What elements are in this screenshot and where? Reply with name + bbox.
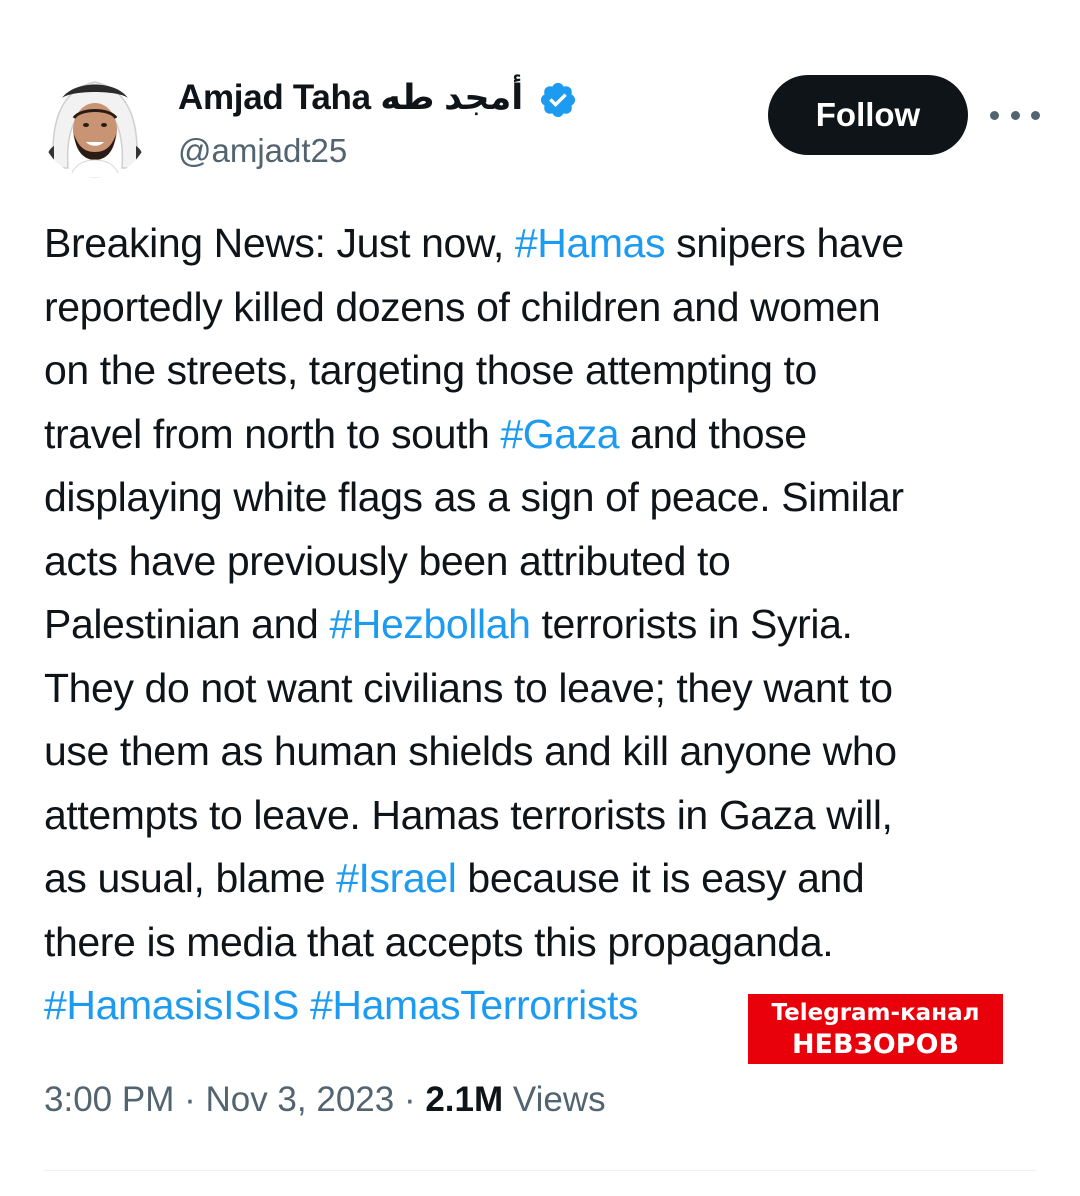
- hashtag-link[interactable]: #HamasisISIS: [44, 982, 299, 1028]
- follow-button[interactable]: Follow: [768, 75, 968, 155]
- tweet-date[interactable]: Nov 3, 2023: [205, 1080, 394, 1119]
- tweet-text-segment: travel from north to south: [44, 410, 501, 457]
- tweet-text-segment: on the streets, targeting those attempti…: [44, 347, 817, 393]
- hashtag-link[interactable]: #HamasTerrorrists: [310, 982, 638, 1028]
- avatar[interactable]: [40, 68, 150, 178]
- tweet-text-segment: because it is easy and: [456, 855, 865, 901]
- dot: [1031, 110, 1040, 120]
- tweet-text-line: there is media that accepts this propaga…: [44, 911, 1044, 975]
- verified-badge-icon: [540, 82, 576, 118]
- tweet-text-segment: as usual, blame: [44, 855, 337, 901]
- views-count: 2.1M: [425, 1080, 504, 1119]
- hashtag-link[interactable]: #Hezbollah: [329, 601, 531, 647]
- tweet-text-line: displaying white flags as a sign of peac…: [44, 466, 1044, 530]
- telegram-watermark: Telegram-канал НЕВЗОРОВ: [748, 994, 1003, 1064]
- dot: [1010, 110, 1020, 120]
- tweet-text-line: travel from north to south #Gaza and tho…: [44, 403, 1044, 467]
- tweet-text-line: Breaking News: Just now, #Hamas snipers …: [44, 212, 1044, 276]
- tweet-text-segment: acts have previously been attributed to: [44, 537, 731, 584]
- tweet-text-segment: They do not want civilians to leave; the…: [44, 664, 893, 711]
- tweet-text-segment: displaying white flags as a sign of peac…: [44, 474, 904, 520]
- tweet-text: Breaking News: Just now, #Hamas snipers …: [44, 212, 1044, 1038]
- views-label: Views: [503, 1080, 606, 1119]
- tweet-text-line: as usual, blame #Israel because it is ea…: [44, 847, 1044, 911]
- author-handle[interactable]: @amjadt25: [178, 132, 347, 170]
- tweet-text-line: use them as human shields and kill anyon…: [44, 720, 1044, 784]
- tweet-text-segment: [299, 982, 310, 1028]
- separator-dot: ·: [174, 1080, 206, 1119]
- hashtag-link[interactable]: #Gaza: [500, 411, 619, 457]
- dot: [990, 110, 999, 120]
- avatar-photo: [40, 68, 150, 178]
- tweet-text-segment: Breaking News: Just now,: [44, 220, 515, 266]
- tweet-text-segment: terrorists in Syria.: [530, 601, 853, 647]
- tweet-text-segment: attempts to leave. Hamas terrorists in G…: [44, 791, 893, 838]
- divider: [44, 1170, 1036, 1171]
- tweet-text-segment: and those: [619, 410, 807, 457]
- hashtag-link[interactable]: #Hamas: [515, 220, 666, 266]
- hashtag-link[interactable]: #Israel: [336, 855, 457, 901]
- tweet-meta: 3:00 PM · Nov 3, 2023 · 2.1M Views: [44, 1080, 606, 1120]
- tweet-text-segment: use them as human shields and kill anyon…: [44, 728, 897, 774]
- tweet-text-line: on the streets, targeting those attempti…: [44, 339, 1044, 403]
- tweet-card: Amjad Taha أمجد طه @amjadt25 Follow Brea…: [0, 0, 1080, 1196]
- watermark-line-2: НЕВЗОРОВ: [791, 1029, 960, 1060]
- separator-dot: ·: [394, 1080, 426, 1119]
- watermark-line-1: Telegram-канал: [771, 1000, 980, 1026]
- tweet-text-line: Palestinian and #Hezbollah terrorists in…: [44, 593, 1044, 657]
- tweet-text-line: acts have previously been attributed to: [44, 530, 1044, 594]
- tweet-text-line: attempts to leave. Hamas terrorists in G…: [44, 784, 1044, 848]
- author-display-name[interactable]: Amjad Taha أمجد طه: [178, 78, 524, 118]
- tweet-text-segment: Palestinian and: [44, 601, 330, 647]
- tweet-time[interactable]: 3:00 PM: [44, 1080, 174, 1119]
- tweet-text-line: They do not want civilians to leave; the…: [44, 657, 1044, 721]
- tweet-text-segment: reportedly killed dozens of children and…: [44, 283, 881, 330]
- tweet-text-segment: there is media that accepts this propaga…: [44, 918, 834, 965]
- more-dots-icon[interactable]: [990, 100, 1040, 130]
- tweet-text-line: reportedly killed dozens of children and…: [44, 276, 1044, 340]
- tweet-text-segment: snipers have: [665, 220, 904, 266]
